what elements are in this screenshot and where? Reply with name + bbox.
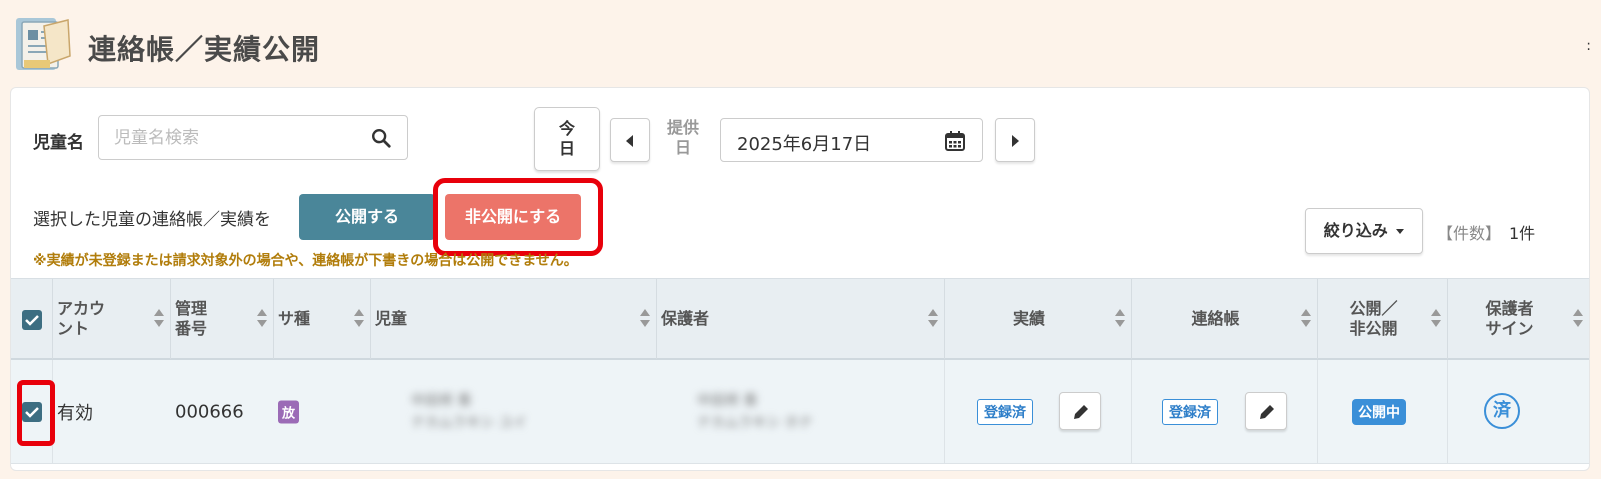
th-account-line1: アカウ xyxy=(57,299,106,318)
today-label-top: 今 xyxy=(558,119,575,138)
chevron-left-icon xyxy=(626,135,633,147)
row-checkbox-highlight-box xyxy=(17,380,55,446)
select-all-checkbox[interactable] xyxy=(22,310,42,330)
guardian-name: 中田将 香 xyxy=(697,393,758,409)
today-label-bottom: 日 xyxy=(558,139,575,158)
date-value: 2025年6月17日 xyxy=(737,134,872,155)
child-name: 中田将 香 xyxy=(411,393,472,409)
signed-indicator[interactable]: 済 xyxy=(1484,393,1520,429)
th-sign-line2: サイン xyxy=(1485,319,1534,338)
record-status-tag: 登録済 xyxy=(977,399,1033,425)
today-button[interactable]: 今 日 xyxy=(534,107,600,171)
th-record-label: 実績 xyxy=(1012,309,1045,328)
sort-icon[interactable] xyxy=(1301,309,1311,327)
th-account[interactable]: アカウ ント xyxy=(53,279,171,359)
th-notebook-label: 連絡帳 xyxy=(1191,309,1240,328)
selection-action-label: 選択した児童の連絡帳／実績を xyxy=(33,210,271,230)
th-guardian-label: 保護者 xyxy=(661,309,710,328)
notebook-icon xyxy=(16,18,71,70)
cell-service: 放 xyxy=(274,360,371,464)
caret-down-icon xyxy=(1396,228,1405,234)
chevron-right-icon xyxy=(1012,135,1019,147)
th-guardian-sign[interactable]: 保護者 サイン xyxy=(1448,279,1589,359)
prev-date-button[interactable] xyxy=(610,118,650,162)
table-row[interactable]: 有効 000666 放 中田将 香 ナカムラキシ ユイ 中田将 香 ナカムラキシ… xyxy=(11,360,1589,464)
th-service-type[interactable]: サ種 xyxy=(274,279,371,359)
check-icon xyxy=(25,315,39,326)
page-header: 連絡帳／実績公開 xyxy=(10,8,1590,78)
child-kana: ナカムラキシ ユイ xyxy=(411,415,527,431)
cell-guardian: 中田将 香 ナカムラキシ ホナ xyxy=(657,360,945,464)
service-type-badge: 放 xyxy=(278,400,300,424)
th-mgmt-line1: 管理 xyxy=(175,299,208,318)
cell-notebook: 登録済 xyxy=(1132,360,1318,464)
service-date-label-bottom: 日 xyxy=(674,138,691,157)
th-public-line2: 非公開 xyxy=(1349,319,1398,338)
guardian-kana: ナカムラキシ ホナ xyxy=(697,415,813,431)
th-child-label: 児童 xyxy=(375,309,408,328)
th-service-label: サ種 xyxy=(278,309,311,328)
sort-icon[interactable] xyxy=(1431,309,1441,327)
cell-child: 中田将 香 ナカムラキシ ユイ xyxy=(371,360,657,464)
publish-notice: ※実績が未登録または請求対象外の場合や、連絡帳が下書きの場合は公開できません。 xyxy=(33,253,578,269)
child-name-label: 児童名 xyxy=(33,133,84,153)
main-panel: 児童名 今 日 提供 日 2025年6月17日 xyxy=(10,87,1590,471)
more-menu-icon[interactable]: : xyxy=(1586,38,1591,54)
pencil-icon xyxy=(1260,405,1274,419)
notebook-status-tag: 登録済 xyxy=(1162,399,1218,425)
management-number: 000666 xyxy=(175,401,244,423)
th-account-line2: ント xyxy=(57,319,90,338)
publish-button[interactable]: 公開する xyxy=(299,194,435,240)
sort-icon[interactable] xyxy=(640,309,650,327)
sort-icon[interactable] xyxy=(928,309,938,327)
sort-icon[interactable] xyxy=(1573,309,1583,327)
account-status: 有効 xyxy=(57,403,93,424)
edit-record-button[interactable] xyxy=(1059,392,1101,430)
th-guardian[interactable]: 保護者 xyxy=(657,279,945,359)
th-notebook[interactable]: 連絡帳 xyxy=(1132,279,1318,359)
service-date-label: 提供 日 xyxy=(663,118,703,158)
cell-record: 登録済 xyxy=(945,360,1132,464)
th-public-status[interactable]: 公開／ 非公開 xyxy=(1318,279,1448,359)
sort-icon[interactable] xyxy=(257,309,267,327)
select-all-cell xyxy=(11,279,53,359)
count-label: 【件数】 xyxy=(1437,224,1502,243)
calendar-icon[interactable] xyxy=(944,130,966,152)
public-status-badge: 公開中 xyxy=(1352,399,1406,425)
filter-button[interactable]: 絞り込み xyxy=(1305,208,1423,254)
sort-icon[interactable] xyxy=(1115,309,1125,327)
cell-mgmt-no: 000666 xyxy=(171,360,274,464)
cell-account: 有効 xyxy=(53,360,171,464)
pencil-icon xyxy=(1074,405,1088,419)
th-mgmt-line2: 番号 xyxy=(175,319,208,338)
table-header: アカウ ント 管理 番号 サ種 児童 保護者 実績 連絡帳 公開／ 非公開 保護… xyxy=(11,278,1589,360)
th-record[interactable]: 実績 xyxy=(945,279,1132,359)
date-field[interactable]: 2025年6月17日 xyxy=(720,118,983,162)
search-box xyxy=(98,115,408,160)
sort-icon[interactable] xyxy=(354,309,364,327)
th-public-line1: 公開／ xyxy=(1349,299,1398,318)
sort-icon[interactable] xyxy=(154,309,164,327)
th-sign-line1: 保護者 xyxy=(1485,299,1534,318)
th-management-number[interactable]: 管理 番号 xyxy=(171,279,274,359)
unpublish-highlight-box xyxy=(433,178,603,256)
cell-public-status: 公開中 xyxy=(1318,360,1448,464)
child-search-input[interactable] xyxy=(99,116,359,159)
edit-notebook-button[interactable] xyxy=(1245,392,1287,430)
search-icon[interactable] xyxy=(370,127,392,149)
next-date-button[interactable] xyxy=(995,118,1035,162)
filter-label: 絞り込み xyxy=(1323,221,1388,240)
service-date-label-top: 提供 xyxy=(666,118,699,137)
count-value: 1件 xyxy=(1509,224,1536,243)
cell-guardian-sign: 済 xyxy=(1448,360,1589,464)
th-child[interactable]: 児童 xyxy=(371,279,657,359)
page-title: 連絡帳／実績公開 xyxy=(88,33,321,66)
